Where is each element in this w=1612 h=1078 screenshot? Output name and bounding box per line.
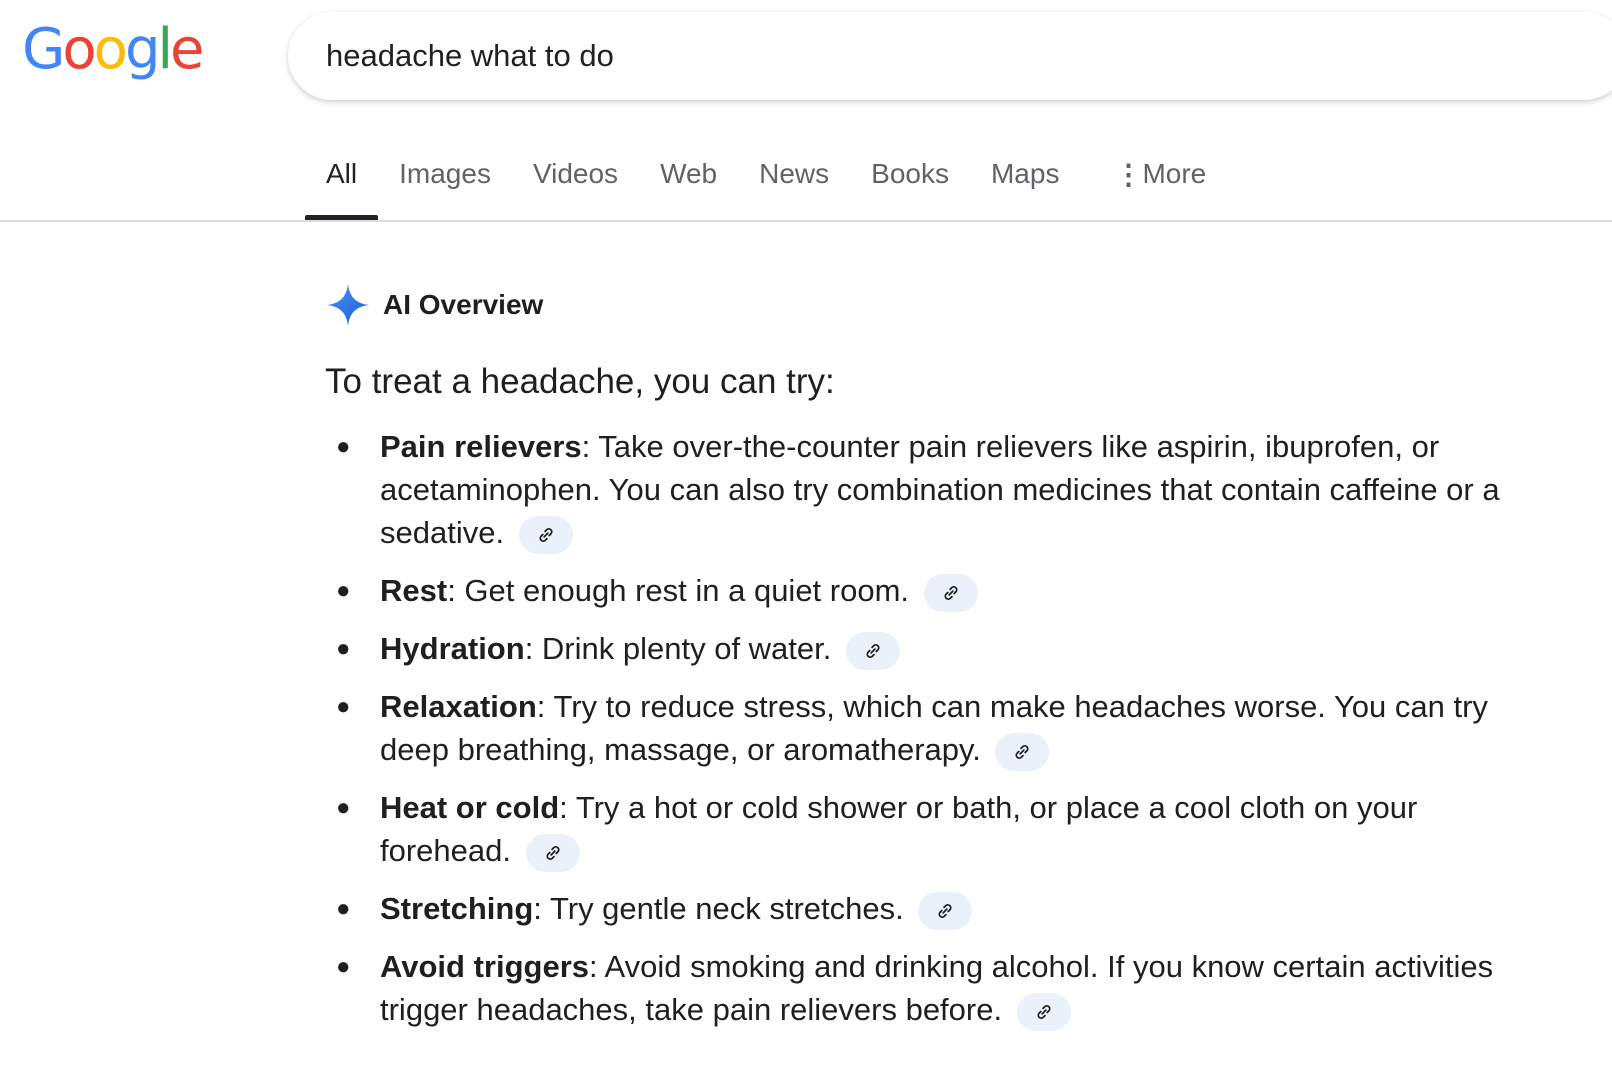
tab-maps[interactable]: Maps bbox=[970, 158, 1080, 220]
logo-letter: o bbox=[62, 17, 96, 82]
logo-letter: o bbox=[93, 17, 128, 82]
link-icon bbox=[944, 585, 958, 600]
item-term: Avoid triggers bbox=[380, 949, 589, 984]
tab-all[interactable]: All bbox=[305, 158, 379, 220]
bullet: ● bbox=[336, 635, 351, 662]
tab-more[interactable]: ⋮ More bbox=[1114, 158, 1227, 220]
citation-button[interactable] bbox=[1016, 992, 1071, 1031]
tab-images[interactable]: Images bbox=[378, 158, 512, 220]
bullet: ● bbox=[336, 953, 351, 980]
list-item: ● Heat or cold: Try a hot or cold shower … bbox=[336, 786, 1546, 872]
ai-overview-title: AI Overview bbox=[383, 289, 544, 320]
link-icon bbox=[546, 845, 560, 860]
item-term: Pain relievers bbox=[380, 429, 582, 464]
bullet: ● bbox=[336, 577, 351, 604]
vertical-dots-icon: ⋮ bbox=[1114, 159, 1143, 190]
link-icon bbox=[938, 903, 952, 918]
logo-letter: G bbox=[22, 17, 65, 82]
logo-letter: l bbox=[157, 17, 172, 82]
item-text: : Try gentle neck stretches. bbox=[533, 891, 904, 926]
link-icon bbox=[1037, 1004, 1051, 1019]
tab-web[interactable]: Web bbox=[639, 158, 738, 220]
google-logo[interactable]: Google bbox=[22, 17, 205, 82]
item-text: : Get enough rest in a quiet room. bbox=[447, 573, 910, 608]
tab-news[interactable]: News bbox=[738, 158, 850, 220]
citation-button[interactable] bbox=[923, 573, 978, 612]
logo-letter: e bbox=[170, 17, 204, 82]
list-item: ● Pain relievers: Take over-the-counter p… bbox=[336, 425, 1546, 554]
link-icon bbox=[1015, 744, 1029, 759]
tabs-divider bbox=[0, 220, 1612, 222]
bullet: ● bbox=[336, 794, 351, 821]
tab-books[interactable]: Books bbox=[850, 158, 970, 220]
gemini-sparkle-icon bbox=[327, 284, 369, 326]
citation-button[interactable] bbox=[518, 515, 573, 554]
list-item: ● Stretching: Try gentle neck stretches. bbox=[336, 887, 1546, 930]
item-text: : Try to reduce stress, which can make h… bbox=[380, 689, 1488, 767]
citation-button[interactable] bbox=[525, 833, 580, 872]
bullet: ● bbox=[336, 895, 351, 922]
citation-button[interactable] bbox=[846, 631, 900, 670]
item-term: Relaxation bbox=[380, 689, 537, 724]
search-input[interactable] bbox=[326, 38, 1326, 74]
logo-letter: g bbox=[124, 17, 161, 82]
citation-button[interactable] bbox=[995, 732, 1050, 771]
ai-overview-list: ● Pain relievers: Take over-the-counter p… bbox=[336, 425, 1546, 1046]
search-box[interactable] bbox=[288, 12, 1612, 100]
item-term: Rest bbox=[380, 573, 448, 608]
item-term: Stretching bbox=[380, 891, 534, 926]
item-term: Heat or cold bbox=[380, 790, 560, 825]
list-item: ● Relaxation: Try to reduce stress, which… bbox=[336, 685, 1546, 771]
list-item: ● Avoid triggers: Avoid smoking and drink… bbox=[336, 945, 1546, 1031]
link-icon bbox=[866, 643, 880, 658]
item-text: : Drink plenty of water. bbox=[524, 631, 832, 666]
citation-button[interactable] bbox=[918, 891, 973, 930]
item-term: Hydration bbox=[380, 631, 525, 666]
bullet: ● bbox=[336, 693, 351, 720]
tab-videos[interactable]: Videos bbox=[512, 158, 639, 220]
bullet: ● bbox=[336, 433, 351, 460]
ai-overview-intro: To treat a headache, you can try: bbox=[325, 362, 835, 401]
search-tabs: All Images Videos Web News Books Maps ⋮ … bbox=[305, 158, 1227, 220]
list-item: ● Rest: Get enough rest in a quiet room. bbox=[336, 569, 1546, 612]
link-icon bbox=[539, 527, 553, 542]
list-item: ● Hydration: Drink plenty of water. bbox=[336, 627, 1546, 670]
more-label: More bbox=[1142, 158, 1207, 189]
ai-overview-header: AI Overview bbox=[326, 283, 543, 327]
